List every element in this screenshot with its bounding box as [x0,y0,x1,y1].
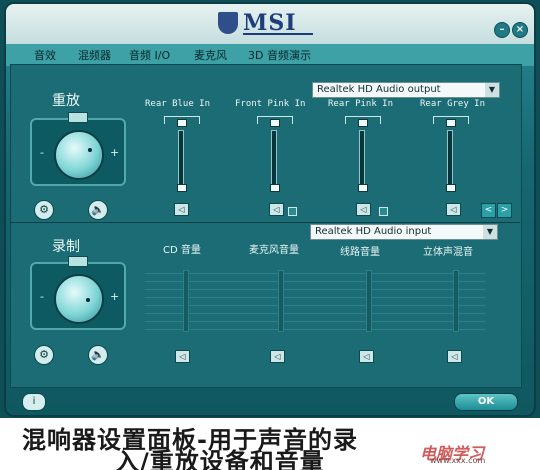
level-line [145,289,485,290]
record-select-toggle[interactable]: ◁ [175,350,190,363]
mute-toggle[interactable]: ◁ [269,203,284,216]
volume-slider-thumb[interactable] [358,184,368,192]
playback-plus-label: + [110,146,120,159]
nav-prev-button[interactable]: < [481,203,496,218]
playback-mute-speaker-icon[interactable]: 🔈 [88,200,108,220]
balance-thumb[interactable] [446,119,456,127]
section-divider [10,222,520,223]
recording-minus-label: - [40,290,44,303]
recording-settings-icon[interactable]: ⚙ [34,345,54,365]
playback-volume-box: - + [30,112,126,186]
playback-device-select[interactable]: Realtek HD Audio output ▼ [312,82,500,98]
mute-toggle[interactable]: ◁ [446,203,461,216]
recording-channel-label: 立体声混音 [423,247,473,258]
watermark-url: www.xxx.com [430,456,486,465]
playback-settings-icon[interactable]: ⚙ [34,200,54,220]
select-checkbox[interactable] [379,207,388,216]
msi-logo: MSI [218,10,314,37]
recording-device-value: Realtek HD Audio input [315,226,432,237]
tab-audio-io[interactable]: 音频 I/O [129,47,170,63]
channel-label: Front Pink In [235,99,306,109]
recording-plus-label: + [110,290,120,303]
logo-underline [243,33,313,35]
tab-3d-demo[interactable]: 3D 音频演示 [248,47,311,63]
level-line [145,321,485,322]
record-select-toggle[interactable]: ◁ [270,350,285,363]
minimize-button[interactable]: – [494,22,510,38]
volume-slider-track[interactable] [359,130,365,192]
playback-title: 重放 [52,93,80,109]
volume-slider-track[interactable] [447,130,453,192]
balance-thumb[interactable] [270,119,280,127]
recording-channel-label: 麦克风音量 [249,245,299,256]
recording-volume-knob[interactable] [54,274,104,324]
mixer-window-root: MSI – × 音效 混频器 音频 I/O 麦克风 3D 音频演示 重放 - +… [0,0,540,470]
tab-sound-effects[interactable]: 音效 [34,47,56,63]
recording-balance-indicator [68,256,88,267]
channel-label: Rear Pink In [328,99,394,109]
recording-slider-track[interactable] [366,270,372,332]
volume-slider-track[interactable] [271,130,277,192]
volume-slider-thumb[interactable] [270,184,280,192]
volume-slider-thumb[interactable] [177,184,187,192]
tab-bar: 音效 混频器 音频 I/O 麦克风 3D 音频演示 [6,44,534,66]
playback-volume-knob[interactable] [54,130,104,180]
playback-minus-label: - [40,146,44,159]
recording-volume-box: - + [30,256,126,330]
tab-microphone[interactable]: 麦克风 [194,47,227,63]
chevron-down-icon: ▼ [483,225,497,239]
knob-indicator-icon [86,298,90,302]
recording-speaker-icon[interactable]: 🔈 [88,345,108,365]
volume-slider-track[interactable] [178,130,184,192]
recording-levels-area [145,273,485,333]
info-button[interactable]: i [22,393,46,411]
nav-next-button[interactable]: > [497,203,512,218]
recording-device-select[interactable]: Realtek HD Audio input ▼ [310,224,498,240]
channel-label: Rear Grey In [420,99,486,109]
level-line [145,273,485,274]
caption-line-2: 入/重放设备和音量 [115,448,325,470]
balance-thumb[interactable] [358,119,368,127]
recording-slider-track[interactable] [278,270,284,332]
level-line [145,297,485,298]
record-select-toggle[interactable]: ◁ [359,350,374,363]
recording-title: 录制 [52,239,80,255]
ok-button[interactable]: OK [454,393,518,411]
close-button[interactable]: × [512,22,528,38]
level-line [145,281,485,282]
recording-channel-label: 线路音量 [340,247,380,258]
title-bar: MSI – × [6,4,534,46]
mute-toggle[interactable]: ◁ [356,203,371,216]
playback-device-value: Realtek HD Audio output [317,84,441,95]
select-checkbox[interactable] [288,207,297,216]
level-line [145,305,485,306]
volume-slider-thumb[interactable] [446,184,456,192]
recording-slider-track[interactable] [183,270,189,332]
level-line [145,329,485,330]
tab-mixer[interactable]: 混频器 [78,47,111,63]
knob-indicator-icon [88,148,92,152]
mute-toggle[interactable]: ◁ [174,203,189,216]
balance-thumb[interactable] [177,119,187,127]
playback-balance-indicator [68,112,88,123]
channel-label: Rear Blue In [145,99,211,109]
level-line [145,313,485,314]
msi-shield-icon [218,12,238,34]
chevron-down-icon: ▼ [485,83,499,97]
recording-slider-track[interactable] [453,270,459,332]
record-select-toggle[interactable]: ◁ [447,350,462,363]
recording-channel-label: CD 音量 [163,245,201,256]
